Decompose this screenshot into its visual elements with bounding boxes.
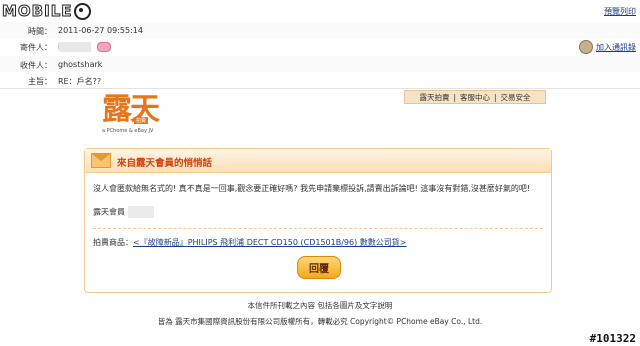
brand-badge: 拍賣 — [134, 117, 149, 124]
nav-service[interactable]: 客服中心 — [460, 92, 490, 103]
product-link[interactable]: <『故障新品』PHILIPS 飛利浦 DECT CD150 (CD1501B/9… — [133, 238, 406, 247]
sender-value: i — [58, 42, 112, 52]
sender-member-label: 露天會員 — [93, 207, 125, 217]
time-label: 時間： — [28, 27, 52, 36]
image-watermark: #101322 — [589, 332, 636, 345]
sender-label: 寄件人： — [20, 43, 52, 52]
recipient-row: 收件人： ghostshark — [0, 56, 640, 73]
card-header: 來自露天會員的悄悄話 — [85, 149, 551, 173]
ruten-nav: 露天拍賣 | 客服中心 | 交易安全 — [404, 90, 546, 104]
message-sender: 露天會員 — [93, 206, 154, 218]
nav-auction[interactable]: 露天拍賣 — [419, 92, 449, 103]
print-preview-link[interactable]: 預覽列印 — [604, 6, 636, 17]
add-contact-link[interactable]: 加入通訊錄 — [596, 42, 636, 53]
subject-row: 主旨： RE：戶名?? — [0, 72, 640, 89]
time-value: 2011-06-27 09:55:14 — [58, 26, 143, 35]
message-card: 來自露天會員的悄悄話 沒人會匿款給無名式的! 真不真是一回事,觀念要正確好嗎? … — [84, 148, 552, 293]
reply-button[interactable]: 回覆 — [297, 256, 341, 279]
nav-separator: | — [494, 92, 497, 102]
nav-separator: | — [453, 92, 456, 102]
sender-redacted — [58, 42, 91, 52]
product-line: 拍賣商品：<『故障新品』PHILIPS 飛利浦 DECT CD150 (CD15… — [93, 237, 406, 248]
card-title: 來自露天會員的悄悄話 — [117, 158, 213, 169]
add-contact[interactable]: 加入通訊錄 — [579, 40, 636, 54]
heart-icon — [97, 42, 112, 52]
logo-text: MOBILE — [2, 2, 73, 21]
sender-member-redacted — [127, 206, 154, 218]
product-label: 拍賣商品： — [93, 238, 133, 247]
subject-label: 主旨： — [28, 77, 52, 86]
brand-sub: a PChome & eBay JV — [102, 128, 154, 134]
recipient-value: ghostshark — [58, 60, 103, 69]
footer-line-1: 本信件所刊載之內容 包括各圖片及文字說明 — [247, 301, 393, 310]
logo-eye-icon — [73, 2, 91, 20]
site-logo[interactable]: MOBILE — [2, 1, 91, 21]
footer-line-2: 皆為 露天市集國際資訊股份有限公司版權所有，轉載必究 Copyright© PC… — [157, 317, 483, 326]
recipient-label: 收件人： — [20, 61, 52, 70]
ruten-logo[interactable]: 露天 拍賣 a PChome & eBay JV — [100, 93, 170, 138]
message-text: 沒人會匿款給無名式的! 真不真是一回事,觀念要正確好嗎? 我先申請棄標投訴,請賣… — [93, 184, 531, 193]
contact-person-icon — [579, 40, 593, 54]
subject-value: RE：戶名?? — [58, 77, 102, 86]
sender-row: 寄件人： i 加入通訊錄 — [0, 38, 640, 57]
top-bar: MOBILE 預覽列印 — [0, 0, 640, 22]
card-divider — [93, 228, 543, 229]
time-row: 時間： 2011-06-27 09:55:14 — [0, 22, 640, 39]
nav-safety[interactable]: 交易安全 — [501, 92, 531, 103]
brand-name: 露天 — [102, 92, 160, 127]
envelope-icon — [91, 153, 111, 168]
